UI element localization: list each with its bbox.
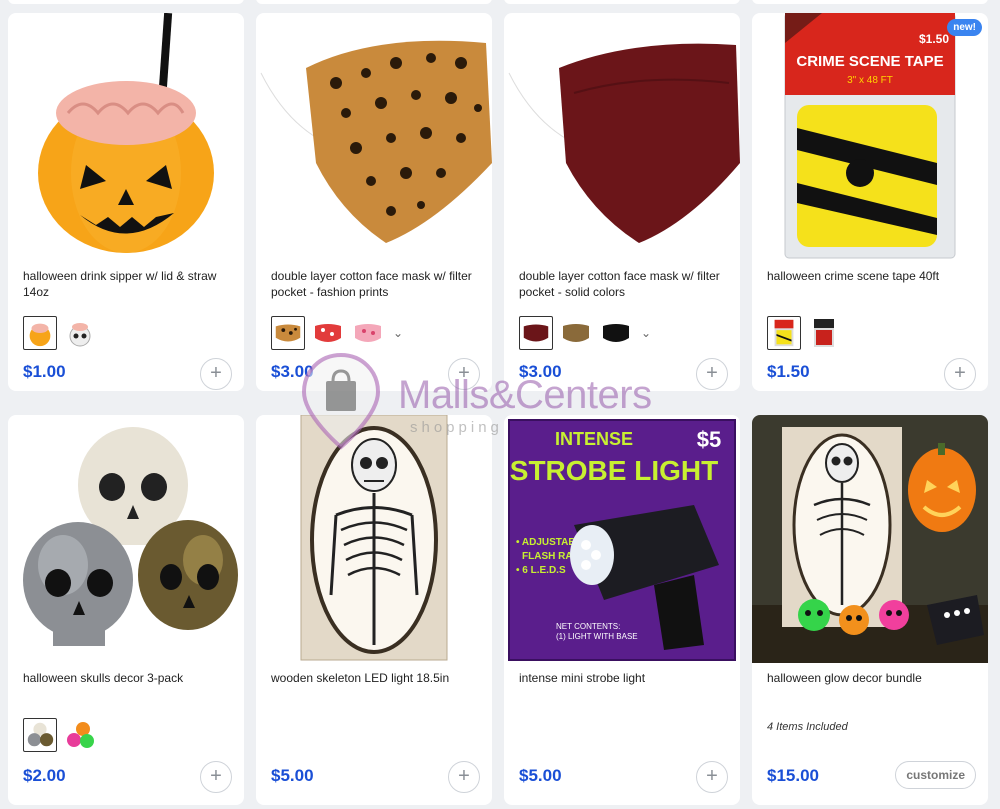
skeleton-frame-icon [300, 415, 448, 661]
product-name[interactable]: intense mini strobe light [519, 670, 728, 686]
product-name[interactable]: double layer cotton face mask w/ filter … [519, 268, 728, 300]
product-card[interactable]: INTENSE STROBE LIGHT $5 • ADJUSTABLE FLA… [504, 415, 740, 805]
red-print-swatch[interactable] [311, 316, 345, 350]
add-to-cart-button[interactable]: + [200, 358, 232, 390]
swatch-list: ⌄ [271, 316, 405, 350]
maroon-mask-icon [506, 43, 740, 243]
chevron-down-icon[interactable]: ⌄ [391, 326, 405, 340]
red-tape-swatch[interactable] [807, 316, 841, 350]
add-to-cart-button[interactable]: + [696, 761, 728, 793]
product-price: $1.50 [767, 362, 810, 381]
product-price: $3.00 [271, 362, 314, 381]
tan-swatch[interactable] [559, 316, 593, 350]
add-to-cart-button[interactable]: + [200, 761, 232, 793]
product-name[interactable]: double layer cotton face mask w/ filter … [271, 268, 480, 300]
swatch-list [23, 718, 97, 752]
product-name[interactable]: halloween crime scene tape 40ft [767, 268, 976, 284]
product-image[interactable] [256, 13, 492, 268]
svg-text:• 6 L.E.D.S: • 6 L.E.D.S [516, 565, 566, 576]
swatch-list: ⌄ [519, 316, 653, 350]
product-name[interactable]: halloween drink sipper w/ lid & straw 14… [23, 268, 232, 300]
customize-button[interactable]: customize [895, 761, 976, 789]
product-price: $15.00 [767, 766, 819, 785]
black-swatch[interactable] [599, 316, 633, 350]
svg-text:3" x 48 FT: 3" x 48 FT [847, 75, 893, 86]
product-card[interactable]: halloween glow decor bundle 4 Items Incl… [752, 415, 988, 805]
svg-text:$5: $5 [697, 427, 721, 452]
product-price: $3.00 [519, 362, 562, 381]
product-name[interactable]: halloween glow decor bundle [767, 670, 976, 686]
pumpkin-sipper-swatch[interactable] [23, 316, 57, 350]
product-image[interactable] [256, 415, 492, 663]
leopard-swatch[interactable] [271, 316, 305, 350]
product-card[interactable]: halloween drink sipper w/ lid & straw 14… [8, 13, 244, 391]
product-image[interactable] [504, 13, 740, 268]
chevron-down-icon[interactable]: ⌄ [639, 326, 653, 340]
svg-text:CRIME SCENE TAPE: CRIME SCENE TAPE [796, 53, 943, 70]
product-grid: halloween drink sipper w/ lid & straw 14… [0, 0, 1000, 809]
add-to-cart-button[interactable]: + [448, 358, 480, 390]
new-badge: new! [947, 19, 982, 36]
maroon-swatch[interactable] [519, 316, 553, 350]
glow-bundle-icon [752, 415, 988, 663]
svg-text:$1.50: $1.50 [919, 32, 949, 46]
product-image[interactable] [8, 415, 244, 663]
crime-scene-tape-icon: CRIME SCENE TAPE 3" x 48 FT $1.50 [784, 13, 956, 259]
neon-skulls-swatch[interactable] [63, 718, 97, 752]
product-price: $5.00 [271, 766, 314, 785]
product-image[interactable] [752, 415, 988, 663]
product-price: $1.00 [23, 362, 66, 381]
product-card[interactable]: halloween skulls decor 3-pack $2.00 + [8, 415, 244, 805]
leopard-mask-icon [258, 40, 492, 244]
swatch-list [767, 316, 841, 350]
product-image[interactable]: INTENSE STROBE LIGHT $5 • ADJUSTABLE FLA… [504, 415, 740, 663]
strobe-light-icon: INTENSE STROBE LIGHT $5 • ADJUSTABLE FLA… [508, 419, 736, 661]
product-image[interactable] [8, 13, 244, 268]
metal-skulls-swatch[interactable] [23, 718, 57, 752]
skull-sipper-swatch[interactable] [63, 316, 97, 350]
add-to-cart-button[interactable]: + [696, 358, 728, 390]
svg-text:NET CONTENTS:: NET CONTENTS: [556, 622, 620, 631]
svg-text:INTENSE: INTENSE [555, 429, 633, 449]
svg-text:STROBE LIGHT: STROBE LIGHT [510, 455, 718, 486]
add-to-cart-button[interactable]: + [944, 358, 976, 390]
items-included-label: 4 Items Included [767, 721, 848, 733]
pumpkin-sipper-icon [38, 13, 214, 253]
yellow-tape-swatch[interactable] [767, 316, 801, 350]
product-card[interactable]: double layer cotton face mask w/ filter … [256, 13, 492, 391]
product-image[interactable]: CRIME SCENE TAPE 3" x 48 FT $1.50 [752, 13, 988, 268]
add-to-cart-button[interactable]: + [448, 761, 480, 793]
product-card[interactable]: wooden skeleton LED light 18.5in $5.00 + [256, 415, 492, 805]
product-card[interactable]: CRIME SCENE TAPE 3" x 48 FT $1.50 new! h… [752, 13, 988, 391]
product-name[interactable]: wooden skeleton LED light 18.5in [271, 670, 480, 686]
skulls-icon [23, 427, 238, 646]
product-card[interactable]: double layer cotton face mask w/ filter … [504, 13, 740, 391]
pink-print-swatch[interactable] [351, 316, 385, 350]
product-price: $5.00 [519, 766, 562, 785]
svg-text:(1) LIGHT WITH BASE: (1) LIGHT WITH BASE [556, 632, 638, 641]
swatch-list [23, 316, 97, 350]
product-name[interactable]: halloween skulls decor 3-pack [23, 670, 232, 686]
product-price: $2.00 [23, 766, 66, 785]
